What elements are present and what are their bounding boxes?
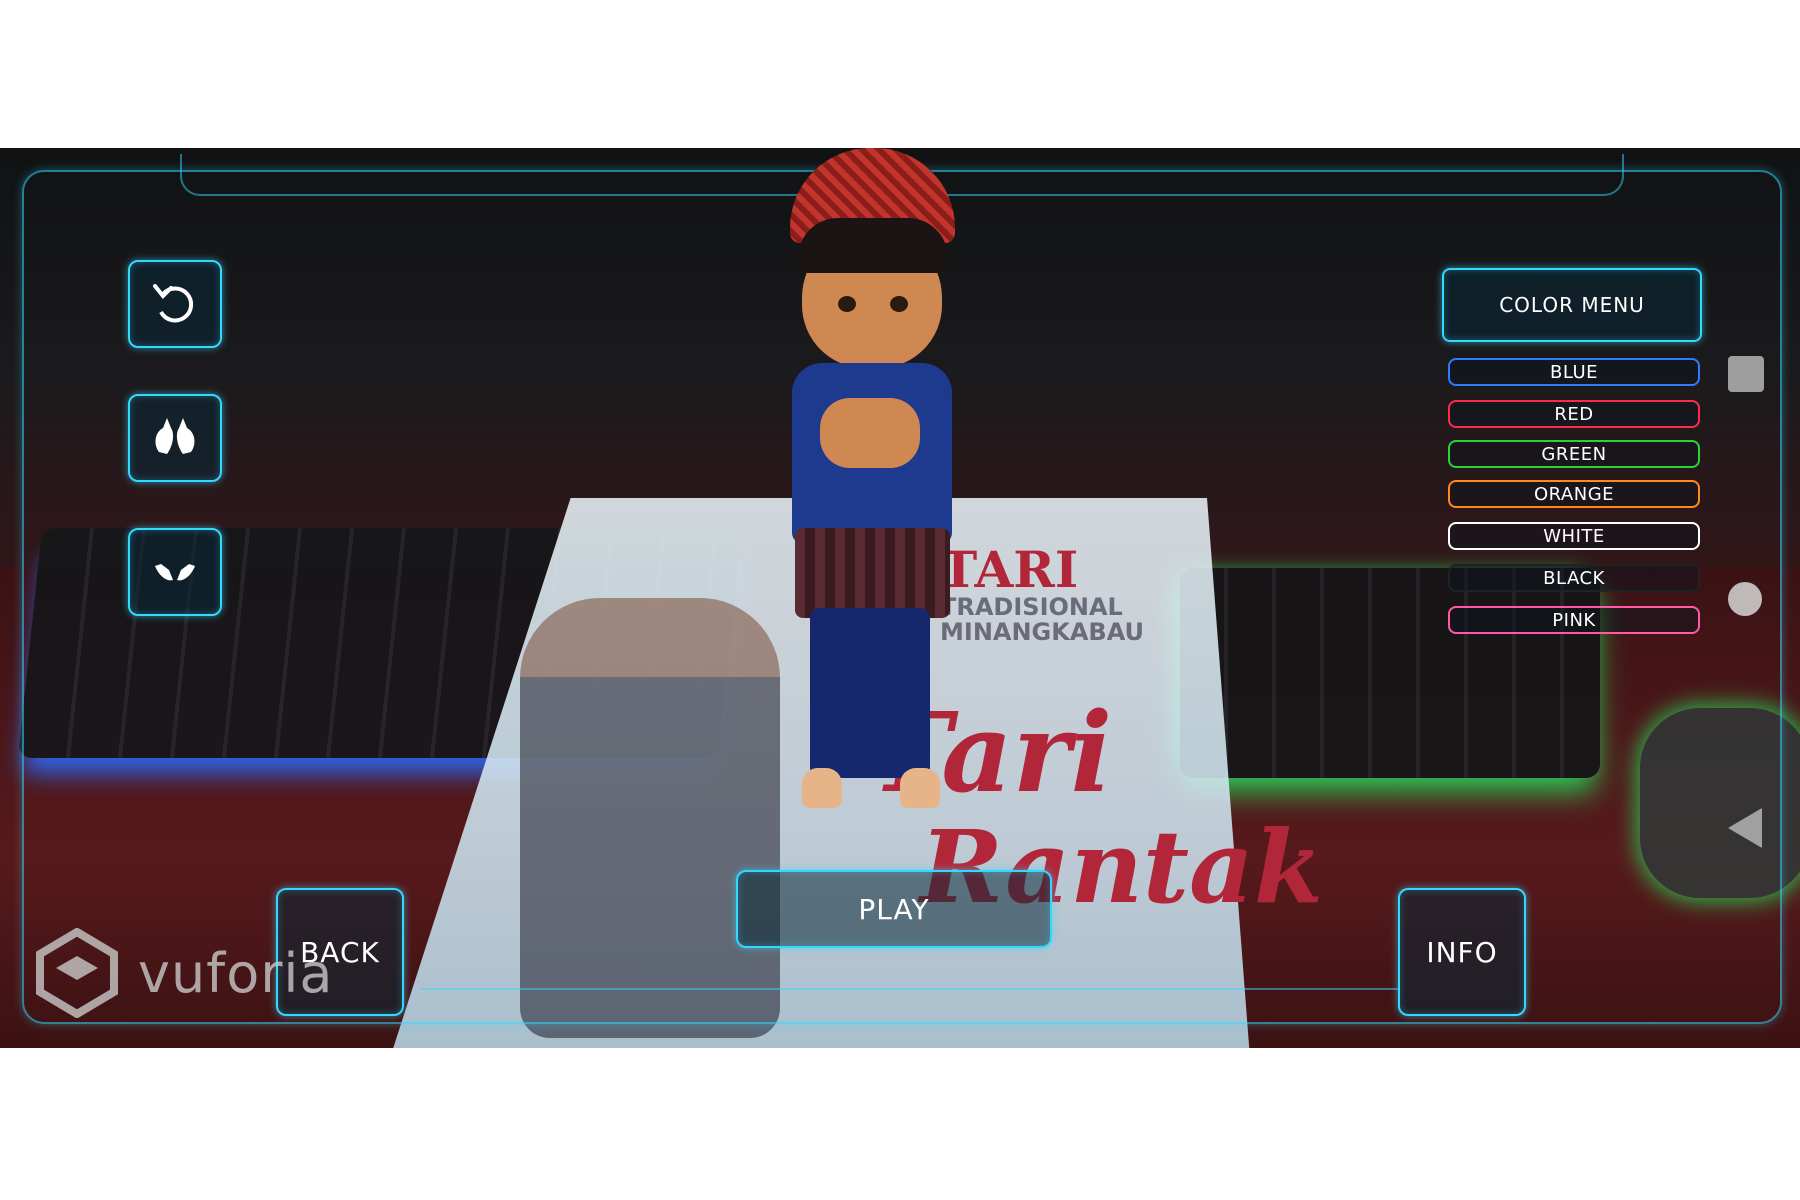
character-hair — [798, 218, 948, 273]
color-blue-button[interactable]: BLUE — [1448, 358, 1700, 386]
color-red-button[interactable]: RED — [1448, 400, 1700, 428]
color-white-button[interactable]: WHITE — [1448, 522, 1700, 550]
3d-dancer-character[interactable] — [780, 148, 970, 808]
color-pink-button[interactable]: PINK — [1448, 606, 1700, 634]
gesture-up-button[interactable] — [128, 394, 222, 482]
home-button[interactable] — [1728, 582, 1762, 616]
rotate-button[interactable] — [128, 260, 222, 348]
gesture-down-button[interactable] — [128, 528, 222, 616]
hands-down-icon — [155, 564, 195, 581]
character-pants — [810, 608, 930, 778]
hands-up-icon — [155, 418, 195, 454]
rotate-icon — [153, 284, 194, 323]
color-green-button[interactable]: GREEN — [1448, 440, 1700, 468]
hud-bottom-bar — [420, 988, 1400, 1030]
character-eye — [838, 296, 856, 312]
color-menu-button[interactable]: COLOR MENU — [1442, 268, 1702, 342]
vuforia-brand-text: vuforia — [138, 941, 334, 1005]
color-black-button[interactable]: BLACK — [1448, 564, 1700, 592]
character-sash — [795, 528, 950, 618]
info-button[interactable]: INFO — [1398, 888, 1526, 1016]
nav-back-button[interactable] — [1728, 808, 1762, 848]
character-foot — [900, 768, 940, 808]
color-orange-button[interactable]: ORANGE — [1448, 480, 1700, 508]
recent-apps-button[interactable] — [1728, 356, 1764, 392]
character-foot — [802, 768, 842, 808]
vuforia-watermark: vuforia — [34, 928, 334, 1018]
vuforia-logo-icon — [36, 928, 118, 1018]
character-eye — [890, 296, 908, 312]
ar-camera-view: TARI TRADISIONAL MINANGKABAU Tari Rantak — [0, 148, 1800, 1048]
character-hands — [820, 398, 920, 468]
play-button[interactable]: PLAY — [736, 870, 1052, 948]
